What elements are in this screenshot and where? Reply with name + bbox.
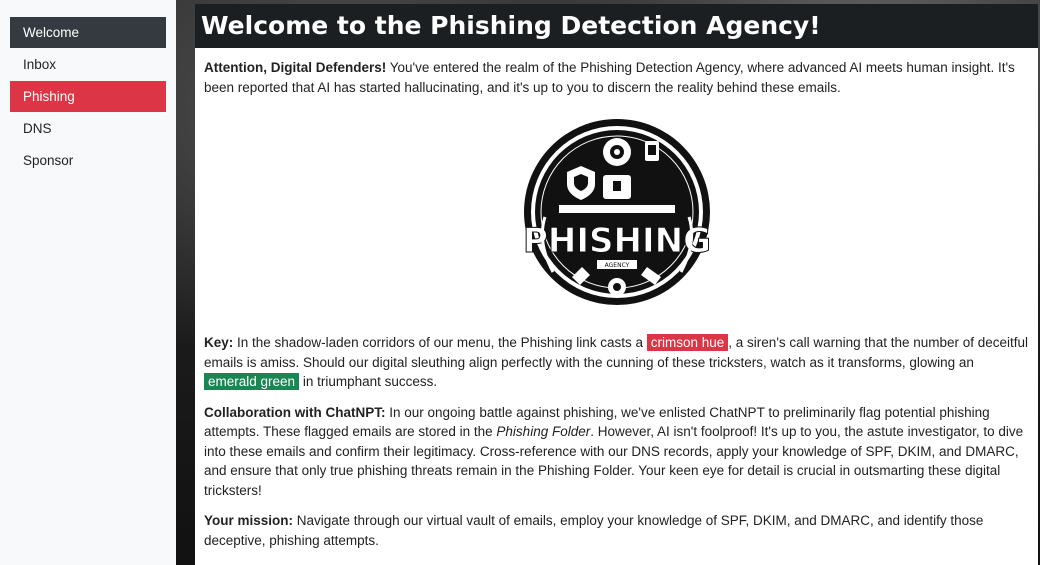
sidebar-item-inbox[interactable]: Inbox — [10, 49, 166, 80]
sidebar-item-dns[interactable]: DNS — [10, 113, 166, 144]
phishing-agency-logo: PHISHING AGENCY — [522, 119, 711, 305]
key-text-1: In the shadow-laden corridors of our men… — [233, 335, 647, 350]
intro-paragraph: Attention, Digital Defenders! You've ent… — [204, 58, 1029, 97]
mission-paragraph: Your mission: Navigate through our virtu… — [204, 511, 1029, 550]
collaboration-paragraph: Collaboration with ChatNPT: In our ongoi… — [204, 403, 1029, 501]
key-paragraph: Key: In the shadow-laden corridors of ou… — [204, 333, 1029, 392]
intro-lead: Attention, Digital Defenders! — [204, 60, 387, 75]
page-title: Welcome to the Phishing Detection Agency… — [195, 4, 1038, 48]
sidebar-item-welcome[interactable]: Welcome — [10, 17, 166, 48]
crimson-hue-badge: crimson hue — [646, 334, 729, 351]
collaboration-lead: Collaboration with ChatNPT: — [204, 404, 386, 420]
sidebar-item-sponsor[interactable]: Sponsor — [10, 145, 166, 176]
mission-lead: Your mission: — [204, 513, 294, 528]
logo-text: PHISHING — [523, 221, 711, 261]
emerald-green-badge: emerald green — [204, 373, 300, 390]
main-content: Attention, Digital Defenders! You've ent… — [195, 48, 1038, 565]
phishing-folder-text: Phishing Folder — [496, 424, 591, 439]
logo-subtext: AGENCY — [604, 262, 629, 269]
mission-text: Navigate through our virtual vault of em… — [204, 513, 984, 548]
logo-container: PHISHING AGENCY — [204, 117, 1029, 307]
sidebar: Welcome Inbox Phishing DNS Sponsor — [0, 0, 176, 565]
key-lead: Key: — [204, 335, 234, 350]
key-text-3: in triumphant success. — [299, 374, 438, 389]
sidebar-item-phishing[interactable]: Phishing — [10, 81, 166, 112]
